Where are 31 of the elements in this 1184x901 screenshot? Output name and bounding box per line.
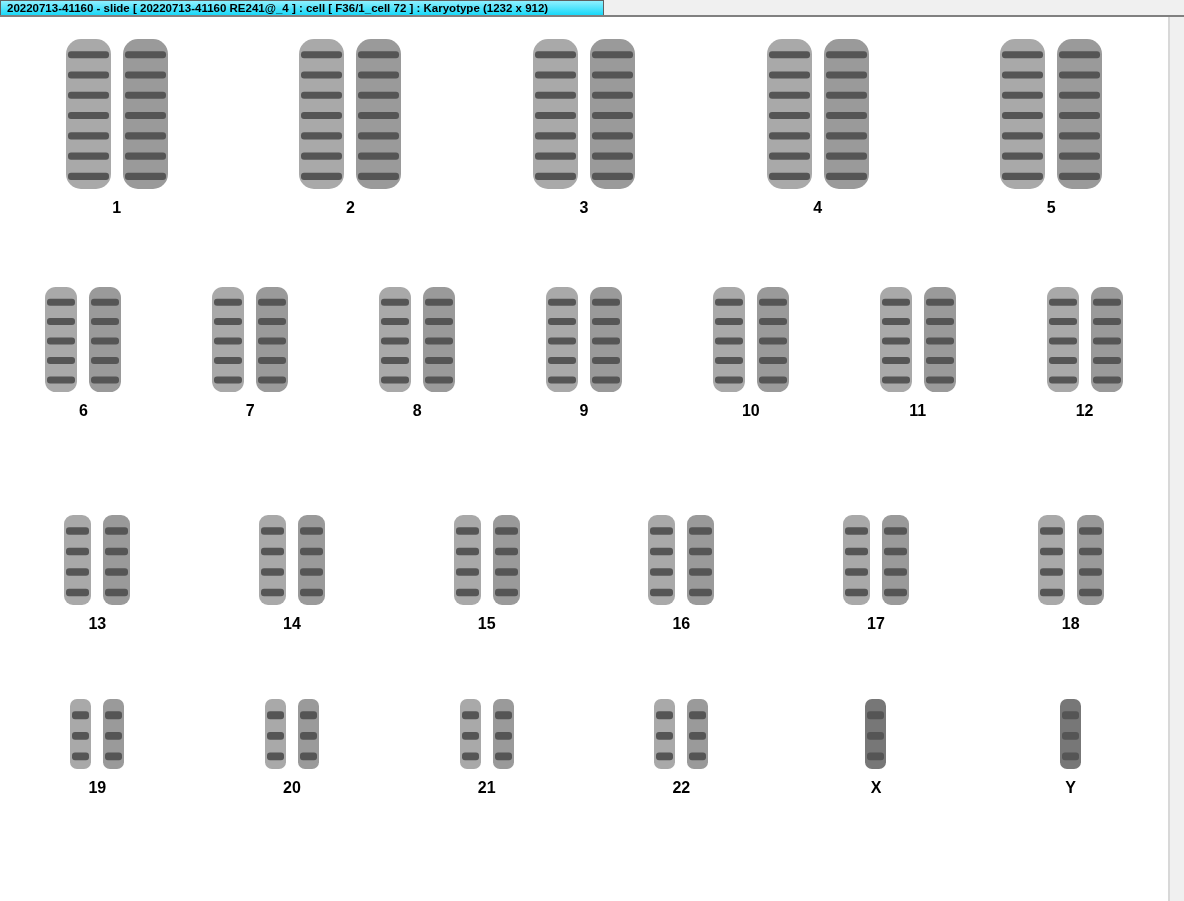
- chromosome-label: 3: [579, 199, 589, 217]
- chromosome-label: 12: [1075, 402, 1094, 420]
- chromosome-label: 20: [283, 779, 301, 797]
- chromosome-pair-drawing: [654, 699, 709, 769]
- chromosome-label: 21: [477, 779, 496, 797]
- chromosome-label: 2: [345, 199, 355, 217]
- chromosome-label: Y: [1065, 779, 1076, 797]
- chromosome-label: 15: [477, 615, 496, 633]
- window-title[interactable]: 20220713-41160 - slide [ 20220713-41160 RE241@_4 ] : cell [ F36/1_cell 72 ] : Karyotype (1232 x 912): [0, 0, 604, 15]
- chromosome-label: 18: [1061, 615, 1080, 633]
- chromosome-label: 8: [412, 402, 422, 420]
- chromosome-label: 11: [909, 402, 927, 420]
- chromosome-label: 1: [112, 199, 122, 217]
- chromosome-label: 6: [78, 402, 88, 420]
- chromosome-label: 10: [741, 402, 760, 420]
- chromosome-label: 4: [813, 199, 823, 217]
- chromosome-label: 14: [283, 615, 301, 633]
- chromosome-pair-drawing: [459, 699, 514, 769]
- chromosome-label: 7: [245, 402, 255, 420]
- chromosome-label: 17: [867, 615, 885, 633]
- chromosome-pair-drawing: [265, 699, 319, 769]
- chromosome-drawing: [1060, 699, 1082, 769]
- chromosome-drawing: [865, 699, 887, 769]
- chromosome-label: 19: [88, 779, 107, 797]
- chromosome-label: 5: [1046, 199, 1056, 217]
- chromosome-label: 9: [579, 402, 589, 420]
- chromosome-label: 13: [88, 615, 107, 633]
- chromosome-label: X: [870, 779, 882, 797]
- chromosome-pair-drawing: [70, 699, 125, 769]
- chromosome-label: 16: [672, 615, 691, 633]
- chromosome-label: 22: [672, 779, 691, 797]
